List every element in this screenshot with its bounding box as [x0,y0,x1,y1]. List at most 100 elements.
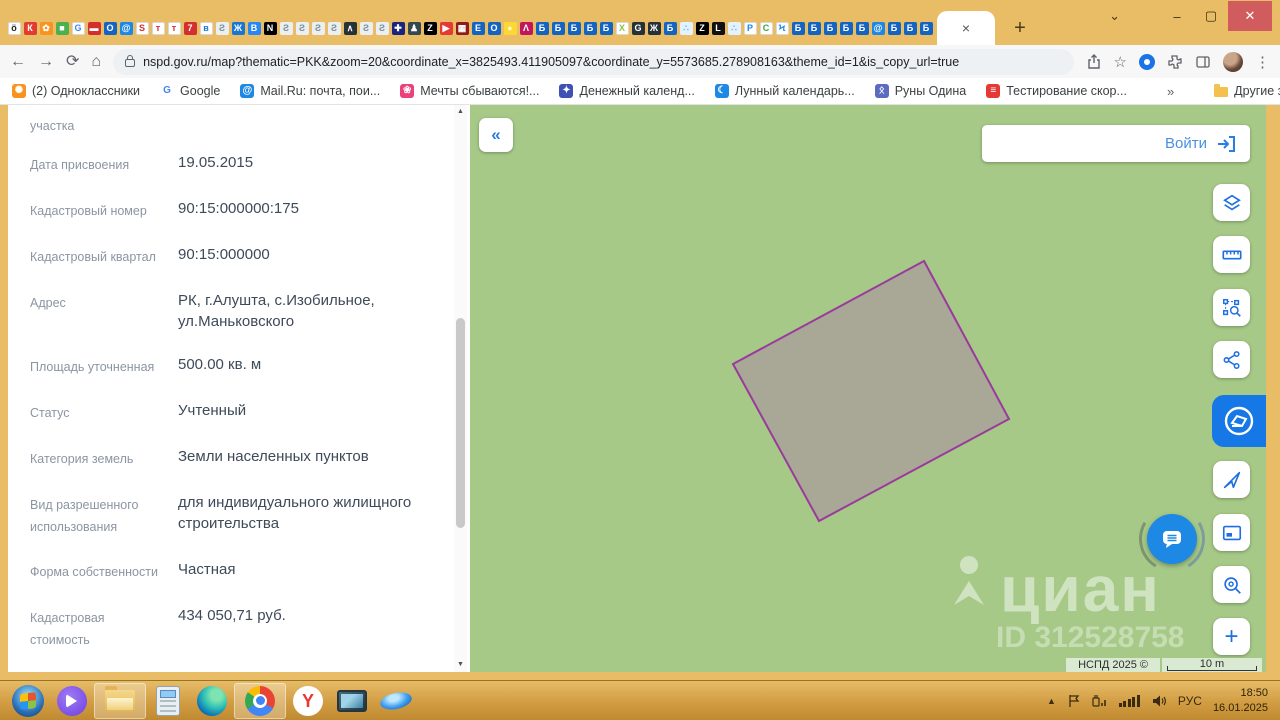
language-indicator[interactable]: РУС [1178,694,1202,708]
bookmark-item[interactable]: @ Mail.Ru: почта, пои... [240,84,380,98]
bookmark-item[interactable]: ❀ Мечты сбываются!... [400,84,539,98]
pinned-tab[interactable]: Ϟ [775,21,789,35]
pinned-tab[interactable]: О [487,21,501,35]
pinned-tab[interactable]: Е [471,21,485,35]
bookmark-item[interactable]: ☾ Лунный календарь... [714,84,855,98]
action-center-flag-icon[interactable] [1067,694,1081,708]
pinned-tab[interactable]: Ƨ [215,21,229,35]
pinned-tab[interactable]: ▬ [87,21,101,35]
home-icon[interactable]: ⌂ [91,53,101,70]
login-button[interactable]: Войти [982,125,1250,162]
new-tab-button[interactable]: + [1005,14,1035,42]
share-map-button[interactable] [1213,341,1250,378]
pinned-tab[interactable]: К [23,21,37,35]
tab-search-icon[interactable]: ⌄ [1109,8,1120,24]
pinned-tab[interactable]: Б [599,21,613,35]
side-panel-icon[interactable] [1195,54,1211,70]
maximize-button[interactable]: ▢ [1194,1,1228,31]
pinned-tab[interactable]: Б [807,21,821,35]
browser-menu-icon[interactable]: ⋮ [1255,53,1270,71]
back-icon[interactable]: ← [10,53,26,70]
pinned-tab[interactable]: ✚ [391,21,405,35]
pinned-tab[interactable]: C [759,21,773,35]
pinned-tab[interactable]: ∴ [679,21,693,35]
locate-button[interactable] [1213,461,1250,498]
bookmark-item[interactable]: ✺ (2) Одноклассники [12,84,140,98]
taskbar-display-button[interactable] [330,683,374,719]
pinned-tab[interactable]: Б [919,21,933,35]
pinned-tab[interactable]: G [631,21,645,35]
pinned-tab[interactable]: ∴ [727,21,741,35]
pinned-tab[interactable]: ▦ [455,21,469,35]
pinned-tab[interactable]: O [103,21,117,35]
pinned-tab[interactable]: P [743,21,757,35]
pinned-tab[interactable]: ✿ [39,21,53,35]
pinned-tab[interactable]: Б [791,21,805,35]
pinned-tab[interactable]: т [151,21,165,35]
pinned-tab[interactable]: Ж [231,21,245,35]
panel-scrollbar[interactable]: ▲ ▼ [454,105,467,672]
pinned-tab[interactable]: Z [423,21,437,35]
scroll-down-icon[interactable]: ▼ [454,658,467,672]
pinned-tab[interactable]: Ƨ [375,21,389,35]
close-tab-icon[interactable]: × [962,20,970,36]
taskbar-yandex-button[interactable]: Y [286,683,330,719]
start-button[interactable] [6,683,50,719]
measure-button[interactable] [1213,236,1250,273]
layers-button[interactable] [1213,184,1250,221]
pinned-tab[interactable]: ♟ [407,21,421,35]
mini-map-button[interactable] [1213,514,1250,551]
pinned-tab[interactable]: Х [615,21,629,35]
extensions-puzzle-icon[interactable] [1167,54,1183,70]
taskbar-chrome-button[interactable] [234,682,286,719]
active-tab[interactable]: × [937,11,995,45]
pinned-tab[interactable]: Б [839,21,853,35]
bookmark-star-icon[interactable]: ☆ [1114,53,1127,71]
bookmark-item[interactable]: G Google [160,84,220,98]
pinned-tab[interactable]: Ƨ [327,21,341,35]
extension-badge-icon[interactable] [1139,53,1155,70]
pinned-tab[interactable]: ▶ [439,21,453,35]
pinned-tab[interactable]: Ƨ [279,21,293,35]
signal-strength-icon[interactable] [1118,694,1140,707]
network-icon[interactable] [1092,694,1108,708]
other-bookmarks-button[interactable]: Другие закладки [1214,84,1280,98]
pinned-tab[interactable]: @ [119,21,133,35]
scroll-up-icon[interactable]: ▲ [454,105,467,119]
bookmark-item[interactable]: ᛟ Руны Одина [874,84,966,98]
pinned-tab[interactable]: т [167,21,181,35]
pinned-tab[interactable]: Б [887,21,901,35]
pinned-tab[interactable]: ● [503,21,517,35]
pinned-tab[interactable]: ö [7,21,21,35]
profile-avatar[interactable] [1223,51,1243,72]
search-place-button[interactable] [1213,566,1250,603]
volume-icon[interactable] [1151,694,1167,708]
pinned-tab[interactable]: G [71,21,85,35]
taskbar-alice-button[interactable] [50,683,94,719]
pinned-tab[interactable]: S [135,21,149,35]
pinned-tab[interactable]: Ƨ [359,21,373,35]
pinned-tab[interactable]: Ʌ [519,21,533,35]
taskbar-explorer-button[interactable] [94,682,146,719]
pinned-tab[interactable]: в [199,21,213,35]
pinned-tab[interactable]: ∧ [343,21,357,35]
object-search-button[interactable] [1213,289,1250,326]
bookmark-item[interactable]: ✦ Денежный календ... [559,84,695,98]
tray-expand-icon[interactable]: ▲ [1047,696,1056,706]
bookmark-item[interactable]: ≡ Тестирование скор... [986,84,1127,98]
minimize-button[interactable]: – [1160,1,1194,31]
pinned-tab[interactable]: В [247,21,261,35]
zoom-in-button[interactable]: + [1213,618,1250,655]
pinned-tab[interactable]: Б [903,21,917,35]
map-canvas[interactable]: « Войти + циан ID 312528758 НСПД 2025 © … [470,105,1266,672]
pinned-tab[interactable]: @ [871,21,885,35]
pinned-tab[interactable]: Б [855,21,869,35]
pinned-tab[interactable]: Ƨ [295,21,309,35]
pinned-tab[interactable]: Б [823,21,837,35]
close-window-button[interactable]: ✕ [1228,1,1272,31]
pinned-tab[interactable]: Б [663,21,677,35]
clock[interactable]: 18:50 16.01.2025 [1213,686,1268,715]
reload-icon[interactable]: ⟳ [66,53,79,70]
address-bar[interactable]: nspd.gov.ru/map?thematic=PKK&zoom=20&coo… [113,48,1074,75]
pinned-tab[interactable]: L [711,21,725,35]
